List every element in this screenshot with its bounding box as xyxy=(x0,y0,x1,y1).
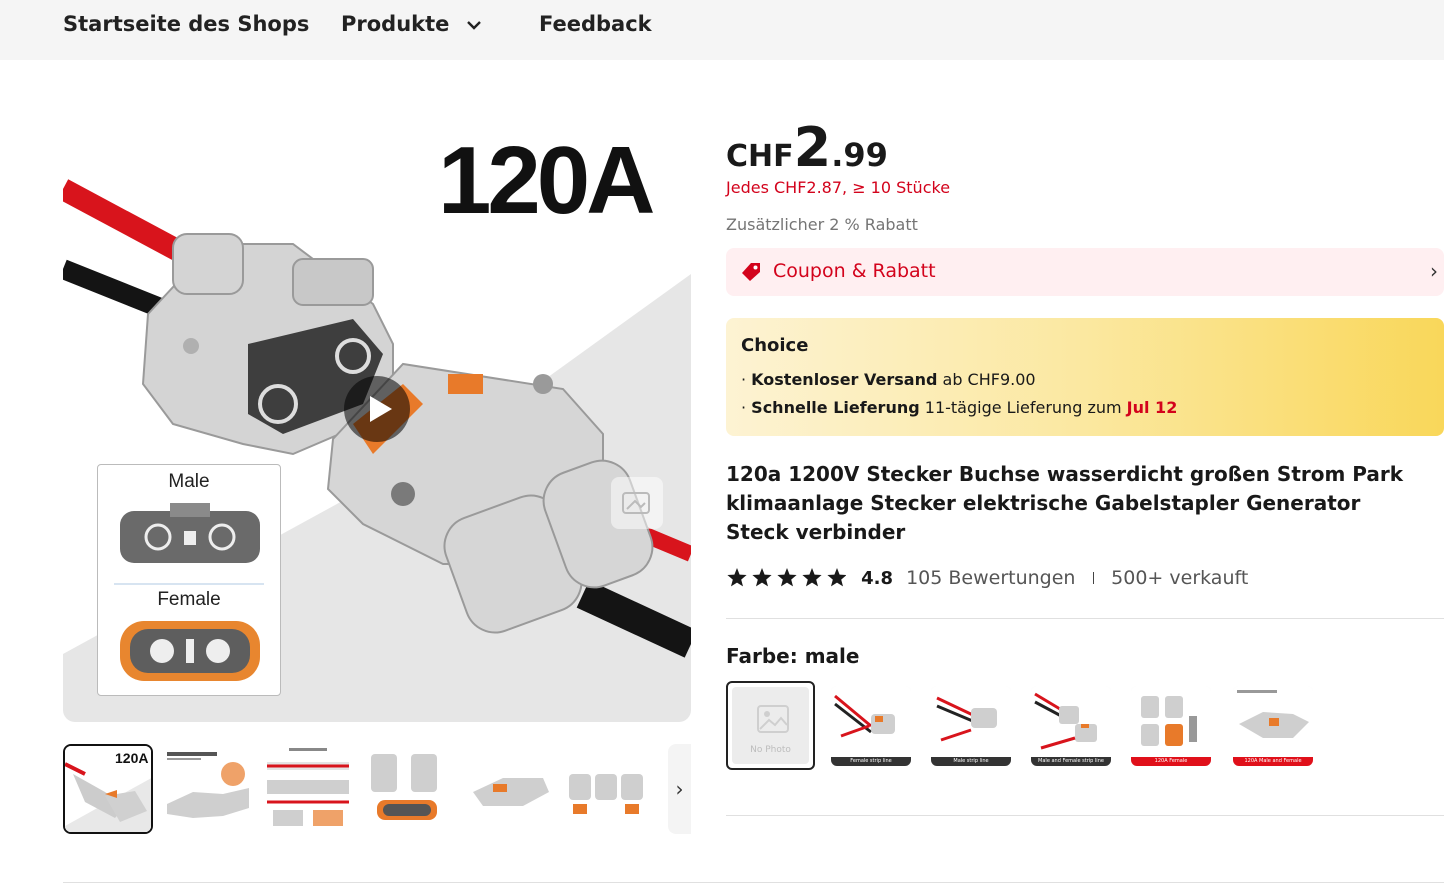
no-photo-placeholder: No Photo xyxy=(732,687,809,764)
divider xyxy=(63,882,1444,883)
thumbnail-2[interactable] xyxy=(163,744,253,834)
thumbnail-next-arrow[interactable]: › xyxy=(668,744,691,834)
variant-option-1-caption: Female strip line xyxy=(831,757,911,766)
nav-products[interactable]: Produkte xyxy=(341,12,481,36)
variant-option-2-caption: Male strip line xyxy=(931,757,1011,766)
variant-option-1[interactable]: Female strip line xyxy=(831,686,911,766)
extra-discount-note: Zusätzlicher 2 % Rabatt xyxy=(726,215,918,234)
thumbnail-3[interactable] xyxy=(263,744,353,834)
free-shipping-label: Kostenloser Versand xyxy=(751,370,938,389)
bulk-price-note: Jedes CHF2.87, ≥ 10 Stücke xyxy=(726,178,951,197)
rating-score: 4.8 xyxy=(861,567,893,589)
no-photo-text: No Photo xyxy=(750,745,791,755)
choice-title: Choice xyxy=(741,335,809,356)
female-plug-face xyxy=(120,621,260,681)
divider xyxy=(726,815,1444,816)
coupon-label: Coupon & Rabatt xyxy=(773,260,936,282)
image-viewer-icon[interactable] xyxy=(611,477,663,529)
main-product-image[interactable]: 120A Male Female xyxy=(63,94,691,722)
rating-separator xyxy=(1092,572,1095,584)
coupon-discount-row[interactable]: Coupon & Rabatt › xyxy=(726,248,1444,296)
sold-count: 500+ verkauft xyxy=(1111,567,1249,589)
variant-option-4-caption: 120A Female xyxy=(1131,757,1211,766)
thumbnail-strip: 120A › xyxy=(63,744,691,834)
choice-benefits-box: Choice · Kostenloser Versand ab CHF9.00 … xyxy=(726,318,1444,436)
price-decimal: .99 xyxy=(831,136,888,174)
price-tag-icon xyxy=(742,263,760,281)
fast-delivery-label: Schnelle Lieferung xyxy=(751,398,920,417)
male-female-inset: Male Female xyxy=(97,464,281,696)
variant-male-selected[interactable]: No Photo xyxy=(726,681,815,770)
variant-option-4[interactable]: 120A Female xyxy=(1131,686,1211,766)
product-title: 120a 1200V Stecker Buchse wasserdicht gr… xyxy=(726,462,1404,544)
nav-feedback[interactable]: Feedback xyxy=(539,12,652,36)
divider xyxy=(726,618,1444,619)
nav-products-label: Produkte xyxy=(341,12,450,36)
delivery-date: Jul 12 xyxy=(1126,398,1178,417)
male-plug-face xyxy=(120,503,260,563)
product-price: CHF2.99 xyxy=(726,116,888,179)
inset-divider xyxy=(114,583,264,585)
thumbnail-1-label: 120A xyxy=(115,750,149,766)
nav-store-home[interactable]: Startseite des Shops xyxy=(63,12,309,36)
free-shipping-threshold: ab CHF9.00 xyxy=(937,370,1036,389)
variant-option-3-caption: Male and Female strip line xyxy=(1031,757,1111,766)
rating-row: 4.8 105 Bewertungen 500+ verkauft xyxy=(726,567,1248,595)
variant-label: Farbe: male xyxy=(726,644,860,668)
fast-delivery-line: · Schnelle Lieferung 11-tägige Lieferung… xyxy=(741,398,1178,417)
amperage-label: 120A xyxy=(438,127,655,234)
inset-female-label: Female xyxy=(157,589,221,610)
thumbnail-5[interactable] xyxy=(463,744,553,834)
price-currency: CHF xyxy=(726,139,794,174)
variant-option-5[interactable]: 120A Male and Female xyxy=(1233,686,1313,766)
price-integer: 2 xyxy=(793,116,832,179)
free-shipping-line: · Kostenloser Versand ab CHF9.00 xyxy=(741,370,1036,389)
variant-option-5-caption: 120A Male and Female xyxy=(1233,757,1313,766)
thumbnail-4[interactable] xyxy=(363,744,453,834)
thumbnail-1[interactable]: 120A xyxy=(63,744,153,834)
reviews-link[interactable]: 105 Bewertungen xyxy=(906,567,1075,589)
fast-delivery-text: 11-tägige Lieferung zum xyxy=(919,398,1127,417)
thumbnail-6[interactable] xyxy=(563,744,653,834)
video-play-button[interactable] xyxy=(344,376,410,442)
variant-option-2[interactable]: Male strip line xyxy=(931,686,1011,766)
variant-option-3[interactable]: Male and Female strip line xyxy=(1031,686,1111,766)
star-rating-icons xyxy=(727,568,846,587)
store-nav: Startseite des Shops Produkte Feedback xyxy=(0,0,1444,60)
chevron-down-icon xyxy=(466,20,481,30)
inset-male-label: Male xyxy=(168,471,210,492)
chevron-right-icon: › xyxy=(1430,259,1438,283)
image-placeholder-icon xyxy=(757,705,789,733)
